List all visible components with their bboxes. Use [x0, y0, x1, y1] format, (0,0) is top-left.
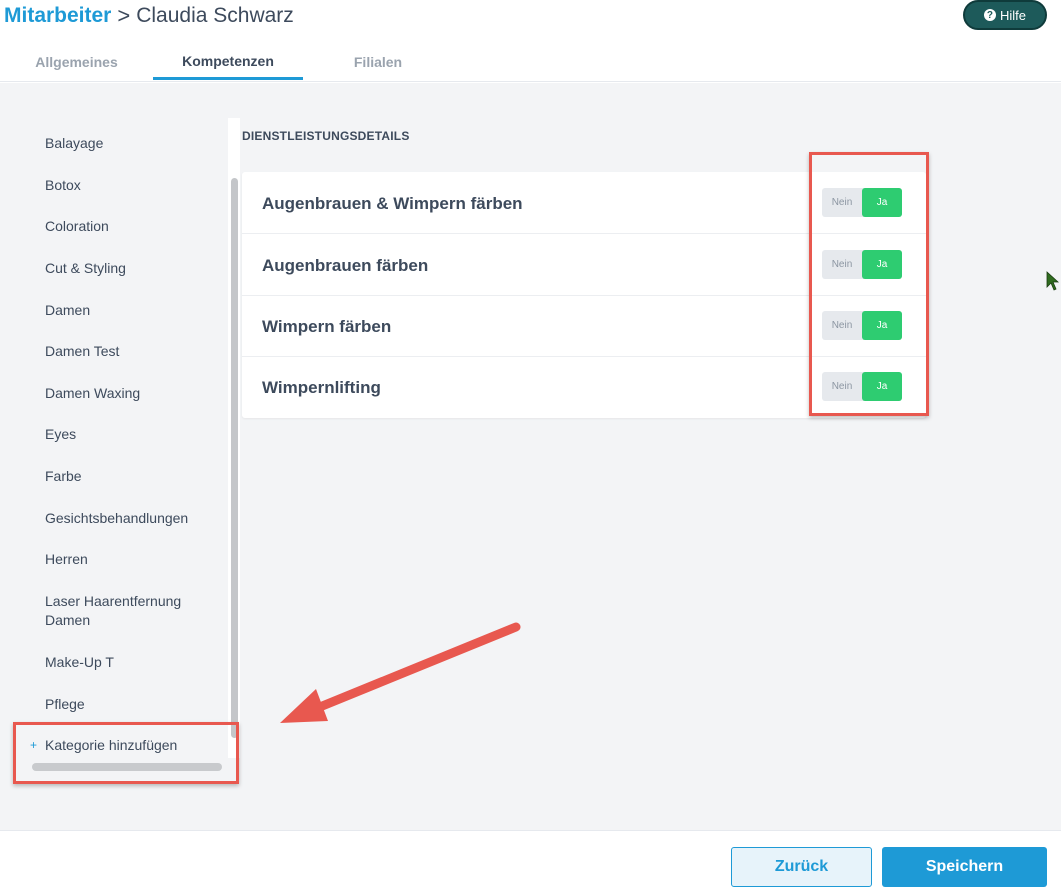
sidebar-item-damen[interactable]: Damen — [45, 301, 225, 320]
sidebar-item-damen-waxing[interactable]: Damen Waxing — [45, 384, 225, 403]
sidebar-item-pflege[interactable]: Pflege — [45, 695, 225, 714]
annotation-arrow-icon — [280, 622, 521, 723]
section-title: DIENSTLEISTUNGSDETAILS — [242, 129, 410, 143]
tab-bar: Allgemeines Kompetenzen Filialen — [0, 44, 453, 82]
footer-bar: Zurück Speichern — [0, 830, 1061, 891]
sidebar-item-herren[interactable]: Herren — [45, 550, 225, 569]
breadcrumb-root-link[interactable]: Mitarbeiter — [4, 4, 111, 28]
service-name: Wimpern färben — [262, 317, 392, 336]
header: Mitarbeiter > Claudia Schwarz ? Hilfe Al… — [0, 0, 1061, 82]
page-title: Claudia Schwarz — [136, 4, 294, 27]
category-sidebar: Balayage Botox Coloration Cut & Styling … — [0, 118, 228, 763]
sidebar-item-cut-styling[interactable]: Cut & Styling — [45, 259, 225, 278]
sidebar-item-laser-haarentfernung-damen[interactable]: Laser Haarentfernung Damen — [45, 592, 225, 630]
annotation-highlight-add-category — [13, 722, 239, 784]
service-name: Augenbrauen färben — [262, 256, 429, 275]
sidebar-item-eyes[interactable]: Eyes — [45, 425, 225, 444]
help-button[interactable]: ? Hilfe — [963, 0, 1047, 30]
tab-filialen[interactable]: Filialen — [303, 44, 453, 80]
sidebar-scrollbar[interactable] — [231, 178, 238, 738]
question-icon: ? — [983, 9, 996, 21]
sidebar-item-make-up-t[interactable]: Make-Up T — [45, 653, 225, 672]
tab-allgemeines[interactable]: Allgemeines — [0, 44, 153, 80]
help-label: Hilfe — [999, 7, 1026, 23]
sidebar-item-farbe[interactable]: Farbe — [45, 467, 225, 486]
mouse-cursor-icon — [1046, 271, 1060, 291]
sidebar-item-coloration[interactable]: Coloration — [45, 217, 225, 236]
service-name: Wimpernlifting — [262, 378, 381, 397]
sidebar-item-botox[interactable]: Botox — [45, 176, 225, 195]
sidebar-item-damen-test[interactable]: Damen Test — [45, 342, 225, 361]
service-name: Augenbrauen & Wimpern färben — [262, 194, 523, 213]
back-button[interactable]: Zurück — [731, 847, 872, 887]
tab-kompetenzen[interactable]: Kompetenzen — [153, 44, 303, 80]
breadcrumb: Mitarbeiter > Claudia Schwarz — [4, 3, 294, 29]
annotation-highlight-toggles — [809, 152, 929, 416]
save-button[interactable]: Speichern — [882, 847, 1047, 887]
chevron-right-icon: > — [117, 3, 131, 28]
sidebar-item-gesichtsbehandlungen[interactable]: Gesichtsbehandlungen — [45, 509, 225, 528]
sidebar-item-balayage[interactable]: Balayage — [45, 134, 225, 153]
